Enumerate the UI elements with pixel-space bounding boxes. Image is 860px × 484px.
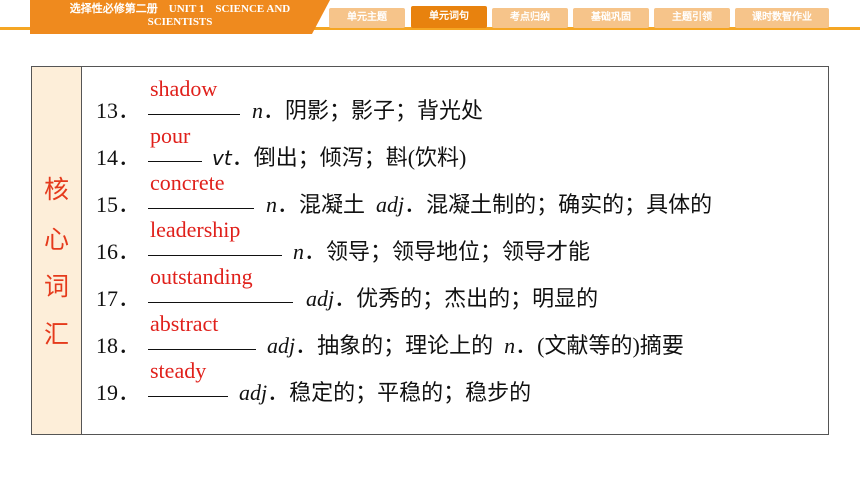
tab-homework[interactable]: 课时数智作业 <box>735 8 829 28</box>
tab-key-points[interactable]: 考点归纳 <box>492 8 568 28</box>
side-char-2: 心 <box>43 225 69 254</box>
course-title-line1: 选择性必修第二册 UNIT 1 SCIENCE AND <box>69 3 291 15</box>
item-number: 17． <box>96 286 141 311</box>
side-label-core-vocab: 核 心 词 汇 <box>32 67 82 434</box>
word-meaning: adj．抽象的；理论上的 n．(文献等的)摘要 <box>267 333 684 358</box>
answer-word: leadership <box>150 217 241 242</box>
answer-blank <box>148 161 202 162</box>
answer-word: shadow <box>150 76 218 101</box>
meaning-text: 混凝土 <box>299 192 366 217</box>
meaning-text: 稳定的；平稳的；稳步的 <box>289 380 532 405</box>
meaning-text: 阴影；影子；背光处 <box>285 98 484 123</box>
part-of-speech: n <box>252 98 263 123</box>
part-of-speech: adj <box>239 380 268 405</box>
answer-blank <box>148 396 228 397</box>
answer-word: outstanding <box>150 264 253 289</box>
meaning-text: 倒出；倾泻；斟(饮料) <box>253 145 467 170</box>
meaning-text-2: 混凝土制的；确实的；具体的 <box>426 192 713 217</box>
meaning-text: 优秀的；杰出的；明显的 <box>356 286 599 311</box>
tab-basic-practice[interactable]: 基础巩固 <box>573 8 649 28</box>
tab-theme-guide[interactable]: 主题引领 <box>654 8 730 28</box>
answer-blank <box>148 349 256 350</box>
side-char-1: 核 <box>43 175 69 204</box>
part-of-speech: adj <box>306 286 335 311</box>
answer-blank <box>148 255 282 256</box>
answer-word: abstract <box>150 311 219 336</box>
course-title: 选择性必修第二册 UNIT 1 SCIENCE AND SCIENTISTS <box>30 0 330 34</box>
word-meaning: adj．稳定的；平稳的；稳步的 <box>239 380 532 405</box>
answer-word: steady <box>150 358 207 383</box>
tab-unit-theme[interactable]: 单元主题 <box>329 8 405 28</box>
word-meaning: n．阴影；影子；背光处 <box>252 98 484 123</box>
item-number: 19． <box>96 380 141 405</box>
part-of-speech: n <box>266 192 277 217</box>
side-char-3: 词 <box>43 272 69 301</box>
part-of-speech: adj <box>267 333 296 358</box>
top-bar: 选择性必修第二册 UNIT 1 SCIENCE AND SCIENTISTS 单… <box>0 0 860 34</box>
item-number: 15． <box>96 192 141 217</box>
word-meaning: vt．倒出；倾泻；斟(饮料) <box>212 145 467 170</box>
answer-blank <box>148 208 254 209</box>
word-meaning: n．混凝土 adj．混凝土制的；确实的；具体的 <box>266 192 713 217</box>
item-number: 14． <box>96 145 141 170</box>
part-of-speech-2: adj <box>376 192 405 217</box>
item-number: 18． <box>96 333 141 358</box>
word-meaning: adj．优秀的；杰出的；明显的 <box>306 286 599 311</box>
tab-unit-vocab[interactable]: 单元词句 <box>411 6 487 28</box>
meaning-text-2: (文献等的)摘要 <box>537 333 684 358</box>
word-meaning: n．领导；领导地位；领导才能 <box>293 239 591 264</box>
course-title-line2: SCIENTISTS <box>147 16 213 28</box>
part-of-speech: vt <box>212 146 232 170</box>
vocab-box: 核 心 词 汇 13． shadow n．阴影；影子；背光处 14． pour … <box>31 66 829 435</box>
meaning-text: 领导；领导地位；领导才能 <box>326 239 591 264</box>
part-of-speech-2: n <box>504 333 516 358</box>
answer-blank <box>148 302 293 303</box>
part-of-speech: n <box>293 239 304 264</box>
answer-blank <box>148 114 240 115</box>
answer-word: pour <box>150 123 191 148</box>
answer-word: concrete <box>150 170 225 195</box>
meaning-text: 抽象的；理论上的 <box>317 333 494 358</box>
side-char-4: 汇 <box>43 320 69 349</box>
item-number: 16． <box>96 239 141 264</box>
item-number: 13． <box>96 98 141 123</box>
